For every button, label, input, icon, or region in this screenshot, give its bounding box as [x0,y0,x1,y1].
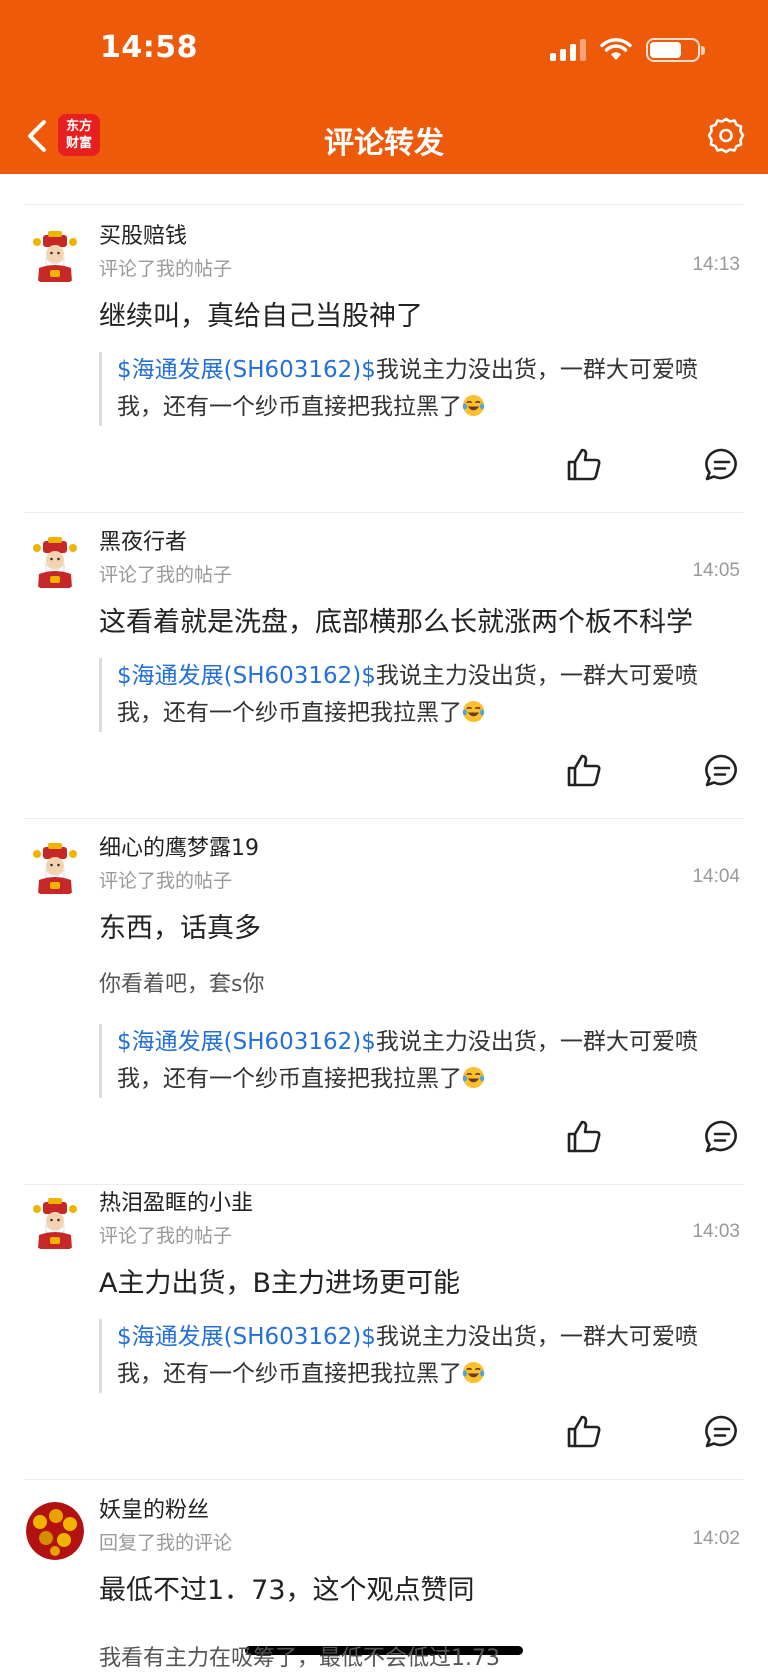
avatar[interactable] [26,1502,84,1560]
stock-tag-link[interactable]: $海通发展(SH603162)$ [117,357,376,383]
timestamp: 14:03 [692,1221,740,1242]
user-name[interactable]: 买股赔钱 [99,218,187,250]
app-header: 14:58 东方 财富 评论转发 [0,0,768,174]
avatar[interactable] [26,1195,84,1253]
action-text: 回复了我的评论 [99,1532,233,1554]
action-text: 评论了我的帖子 [99,1225,233,1247]
stock-tag-link[interactable]: $海通发展(SH603162)$ [117,1324,376,1350]
reply-icon[interactable] [703,1413,741,1451]
quoted-post[interactable]: $海通发展(SH603162)$我说主力没出货，一群大可爱喷我，还有一个纱币直接… [99,352,739,426]
laughing-tears-emoji-icon [462,1066,485,1089]
avatar[interactable] [26,228,84,286]
user-name[interactable]: 细心的鹰梦露19 [99,830,259,862]
action-text: 评论了我的帖子 [99,870,233,892]
stock-tag-link[interactable]: $海通发展(SH603162)$ [117,663,376,689]
cellular-signal-icon [550,39,586,61]
comment-extra-text: 你看着吧，套s你 [99,972,265,997]
laughing-tears-emoji-icon [462,394,485,417]
stock-tag-link[interactable]: $海通发展(SH603162)$ [117,1029,376,1055]
timestamp: 14:05 [692,560,740,581]
like-icon[interactable] [565,1413,603,1451]
reply-icon[interactable] [703,752,741,790]
timestamp: 14:13 [692,254,740,275]
battery-icon [646,38,705,62]
like-icon[interactable] [565,752,603,790]
quoted-post[interactable]: $海通发展(SH603162)$我说主力没出货，一群大可爱喷我，还有一个纱币直接… [99,1319,739,1393]
nav-bar: 东方 财富 评论转发 [0,104,768,166]
divider [25,512,743,513]
action-text: 评论了我的帖子 [99,564,233,586]
action-text: 评论了我的帖子 [99,258,233,280]
avatar[interactable] [26,534,84,592]
quoted-post[interactable]: $海通发展(SH603162)$我说主力没出货，一群大可爱喷我，还有一个纱币直接… [99,1024,739,1098]
like-icon[interactable] [565,1118,603,1156]
comment-text[interactable]: 最低不过1．73，这个观点赞同 [99,1568,475,1607]
wifi-icon [600,38,632,60]
laughing-tears-emoji-icon [462,1361,485,1384]
comment-extra-text: 我看有主力在吸筹了，最低不会低过1.73 [99,1646,500,1671]
comment-text[interactable]: 这看着就是洗盘，底部横那么长就涨两个板不科学 [99,600,693,639]
gear-icon[interactable] [706,116,746,156]
user-name[interactable]: 黑夜行者 [99,524,187,556]
avatar[interactable] [26,840,84,898]
laughing-tears-emoji-icon [462,700,485,723]
page-title: 评论转发 [324,126,444,161]
quoted-post[interactable]: $海通发展(SH603162)$我说主力没出货，一群大可爱喷我，还有一个纱币直接… [99,658,739,732]
reply-icon[interactable] [703,1118,741,1156]
timestamp: 14:02 [692,1528,740,1549]
divider [25,1479,743,1480]
status-icons [550,38,705,62]
comment-text[interactable]: 东西，话真多 [99,906,261,945]
divider [25,204,743,205]
divider [25,818,743,819]
like-icon[interactable] [565,446,603,484]
reply-icon[interactable] [703,446,741,484]
user-name[interactable]: 热泪盈眶的小韭 [99,1185,253,1217]
status-time: 14:58 [100,30,198,65]
comment-text[interactable]: A主力出货，B主力进场更可能 [99,1261,460,1300]
comment-text[interactable]: 继续叫，真给自己当股神了 [99,294,423,333]
timestamp: 14:04 [692,866,740,887]
user-name[interactable]: 妖皇的粉丝 [99,1492,209,1524]
